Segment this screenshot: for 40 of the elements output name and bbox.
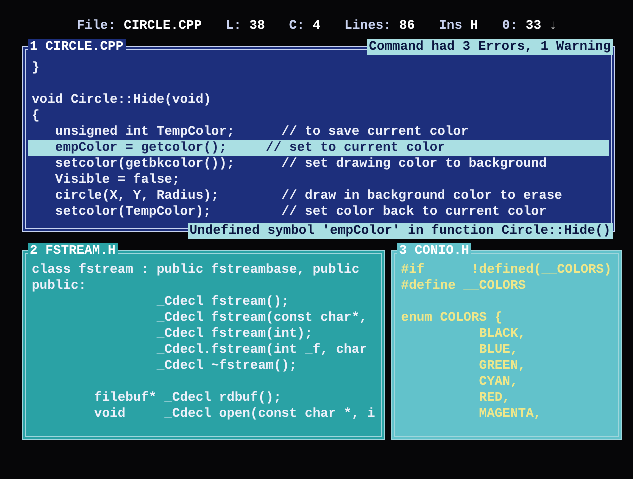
status-value: H [470,18,478,35]
code-line: MAGENTA, [478,406,542,422]
code-line: BLUE, [478,342,518,358]
status-value: 86 [399,18,416,35]
code-line: CYAN, [478,374,518,390]
code-line: _Cdecl.fstream(int _f, char [156,342,368,358]
code-line: circle(X, Y, Radius); // draw in background color to erase [54,188,562,204]
status-label: C: [289,18,305,35]
code-line: BLACK, [478,326,526,342]
status-label: Ins [439,18,462,35]
status-value: CIRCLE.CPP [124,18,202,35]
error-message: Undefined symbol 'empColor' in function Circle::Hide() [188,223,613,239]
code-line: setcolor(getbkcolor()); // set drawing color to background [54,156,547,172]
status-message: Command had 3 Errors, 1 Warning [367,39,613,55]
code-line: #if !defined(__COLORS) [401,262,612,278]
code-line: enum COLORS { [401,310,503,326]
code-line: setcolor(TempColor); // set color back to current color [54,204,547,220]
status-label: L: [226,18,242,35]
code-line: filebuf* _Cdecl rdbuf(); [93,390,282,406]
status-label: Lines: [344,18,392,35]
status-label: 0: [502,18,518,35]
code-line: { [32,108,40,124]
code-line: _Cdecl fstream(const char*, [156,310,368,326]
code-line: void Circle::Hide(void) [32,92,212,108]
code-line: #define __COLORS [401,278,526,294]
code-line: _Cdecl fstream(); [156,294,290,310]
status-value: 33 ↓ [526,18,558,35]
status-label: File: [77,18,116,35]
code-line: RED, [478,390,510,406]
status-value: 38 [250,18,266,35]
code-line: _Cdecl fstream(int); [156,326,313,342]
code-line: } [32,60,40,76]
code-line: void _Cdecl open(const char *, i [93,406,376,422]
code-line: _Cdecl ~fstream(); [156,358,298,374]
code-line: class fstream : public fstreambase, public [32,262,360,278]
status-value: 4 [312,18,321,35]
code-line: GREEN, [478,358,526,374]
code-line: Visible = false; [54,172,180,188]
code-line: public: [32,278,87,294]
code-line: unsigned int TempColor; // to save current color [54,124,469,140]
